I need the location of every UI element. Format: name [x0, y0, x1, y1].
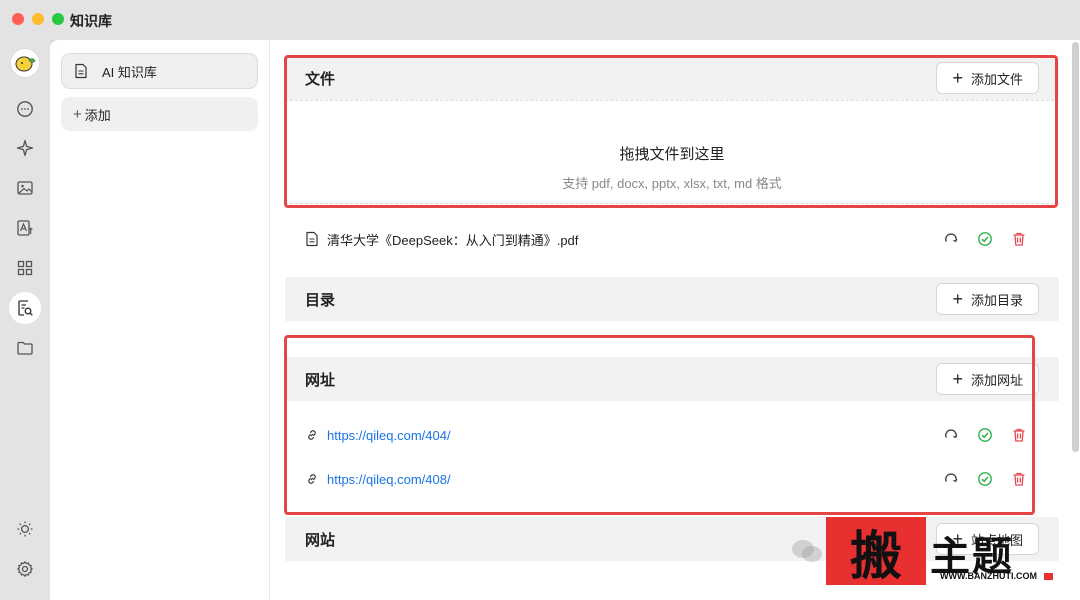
check-circle-icon[interactable] — [975, 470, 995, 488]
image-nav-button[interactable] — [9, 172, 41, 204]
add-url-label: 添加网址 — [970, 372, 1023, 388]
window-controls — [12, 13, 64, 25]
avatar[interactable] — [10, 48, 40, 78]
add-url-button[interactable]: + 添加网址 — [936, 363, 1039, 395]
add-file-button[interactable]: + 添加文件 — [936, 62, 1039, 94]
files-section-header: 文件 + 添加文件 — [285, 56, 1059, 100]
wechat-watermark-icon — [792, 540, 822, 562]
close-window-button[interactable] — [12, 13, 24, 25]
urls-section-header: 网址 + 添加网址 — [285, 357, 1059, 401]
theme-toggle-button[interactable] — [9, 513, 41, 545]
knowledge-base-content: 文件 + 添加文件 拖拽文件到这里 支持 pdf, docx, pptx, xl… — [270, 40, 1080, 600]
check-circle-icon[interactable] — [975, 426, 995, 444]
file-list-item: 清华大学《DeepSeek：从入门到精通》.pdf — [285, 217, 1059, 261]
websites-section-title: 网站 — [305, 531, 336, 549]
add-knowledge-base-label: 添加 — [84, 107, 111, 123]
url-list-item: https://qileq.com/404/ — [285, 413, 1059, 457]
chat-icon — [17, 101, 33, 117]
watermark-seal-text: 搬 — [849, 525, 902, 587]
zoom-window-button[interactable] — [52, 13, 64, 25]
file-drop-zone[interactable]: 拖拽文件到这里 支持 pdf, docx, pptx, xlsx, txt, m… — [285, 100, 1059, 204]
delete-icon[interactable] — [1009, 426, 1029, 444]
plus-icon: + — [73, 105, 82, 123]
knowledge-base-sidebar: AI 知识库 + 添加 — [50, 40, 270, 600]
plus-icon: + — [952, 68, 963, 88]
check-circle-icon[interactable] — [975, 230, 995, 248]
directories-section-header: 目录 + 添加目录 — [285, 277, 1059, 321]
translate-icon — [17, 220, 33, 236]
refresh-icon[interactable] — [941, 230, 961, 248]
refresh-icon[interactable] — [941, 470, 961, 488]
sidebar-item-ai-knowledge-base[interactable]: AI 知识库 — [61, 53, 258, 89]
icon-rail — [0, 40, 50, 600]
plus-icon: + — [952, 289, 963, 309]
translate-nav-button[interactable] — [9, 212, 41, 244]
drop-zone-title: 拖拽文件到这里 — [619, 146, 725, 163]
link-icon — [305, 428, 319, 442]
url-link[interactable]: https://qileq.com/404/ — [327, 428, 451, 443]
add-directory-button[interactable]: + 添加目录 — [936, 283, 1039, 315]
document-icon — [74, 63, 88, 79]
add-directory-label: 添加目录 — [970, 292, 1023, 308]
gear-icon — [17, 561, 33, 577]
title-bar: 知识库 — [0, 0, 1080, 40]
directories-section-title: 目录 — [305, 291, 336, 309]
file-actions — [941, 230, 1029, 248]
sidebar-item-label: AI 知识库 — [102, 64, 157, 80]
delete-icon[interactable] — [1009, 230, 1029, 248]
folder-icon — [17, 341, 33, 355]
assistant-nav-button[interactable] — [9, 132, 41, 164]
url-list-item: https://qileq.com/408/ — [285, 457, 1059, 501]
sparkle-icon — [16, 139, 34, 157]
file-icon — [305, 231, 319, 247]
url-actions — [941, 470, 1029, 488]
files-section-title: 文件 — [305, 70, 336, 88]
watermark-flag — [1044, 573, 1053, 580]
apps-icon — [17, 260, 33, 276]
settings-button[interactable] — [9, 553, 41, 585]
sun-icon — [17, 521, 33, 537]
urls-section-title: 网址 — [305, 371, 336, 389]
plus-icon: + — [952, 369, 963, 389]
knowledge-nav-button[interactable] — [9, 292, 41, 324]
apps-nav-button[interactable] — [9, 252, 41, 284]
add-knowledge-base-button[interactable]: + 添加 — [61, 97, 258, 131]
files-nav-button[interactable] — [9, 332, 41, 364]
window-title: 知识库 — [70, 13, 112, 29]
image-icon — [17, 181, 33, 195]
chat-nav-button[interactable] — [9, 93, 41, 125]
url-actions — [941, 426, 1029, 444]
watermark-url: WWW.BANZHUTI.COM — [940, 571, 1037, 581]
watermark-seal: 搬 — [826, 517, 926, 587]
lemon-avatar-icon — [15, 56, 36, 72]
url-link[interactable]: https://qileq.com/408/ — [327, 472, 451, 487]
scrollbar[interactable] — [1072, 42, 1079, 452]
minimize-window-button[interactable] — [32, 13, 44, 25]
delete-icon[interactable] — [1009, 470, 1029, 488]
add-file-label: 添加文件 — [970, 71, 1023, 87]
file-name: 清华大学《DeepSeek：从入门到精通》.pdf — [327, 232, 579, 248]
drop-zone-hint: 支持 pdf, docx, pptx, xlsx, txt, md 格式 — [562, 176, 782, 191]
refresh-icon[interactable] — [941, 426, 961, 444]
link-icon — [305, 472, 319, 486]
knowledge-icon — [18, 300, 33, 316]
